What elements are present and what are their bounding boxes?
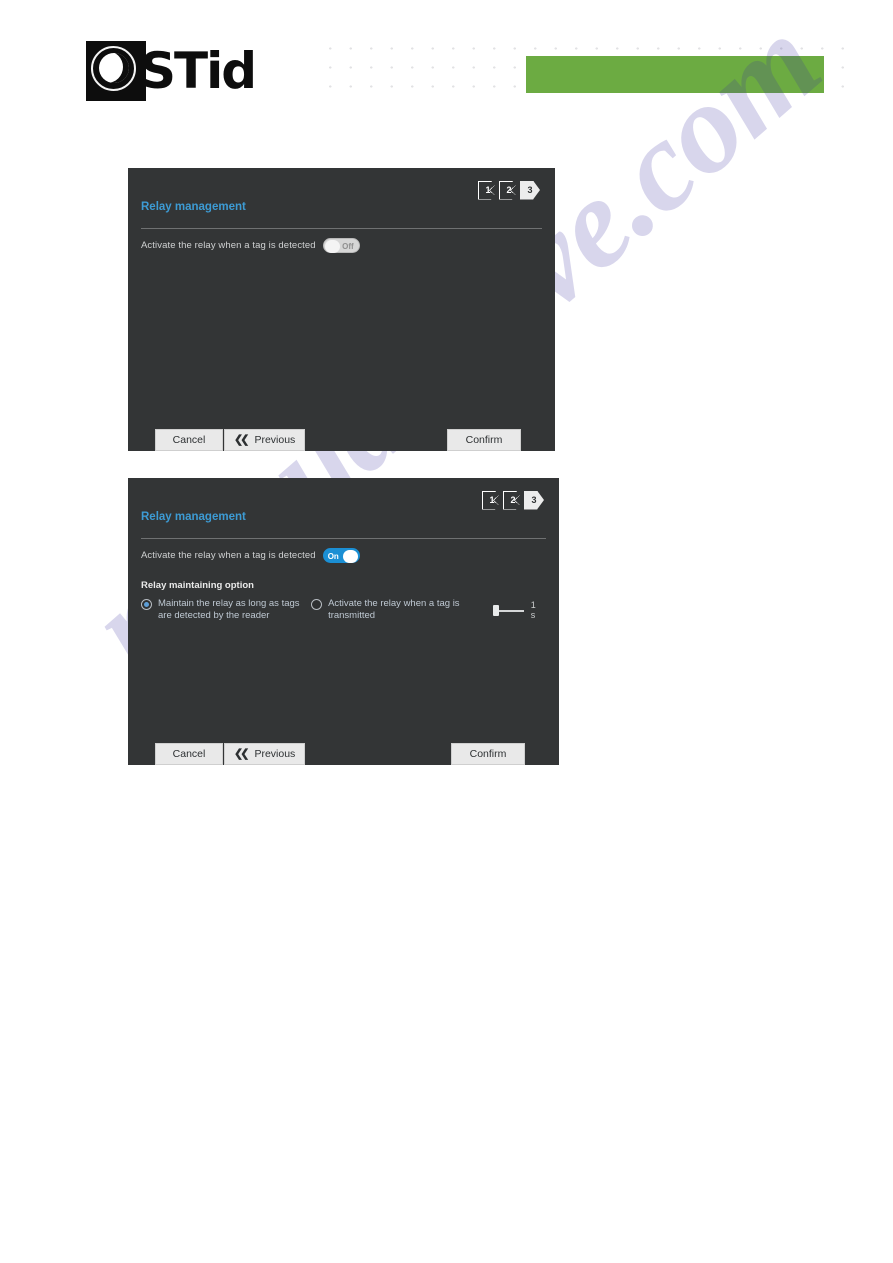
dialog-title: Relay management (141, 201, 246, 213)
toggle-knob (324, 240, 340, 253)
relay-activate-toggle[interactable]: Off (322, 238, 360, 253)
page-header: STid (0, 0, 893, 130)
stid-circle-logo-icon (86, 41, 146, 101)
step-indicator: 1 2 3 (482, 490, 545, 510)
relay-activate-row: Activate the relay when a tag is detecte… (141, 238, 360, 253)
step-3-label: 3 (531, 495, 537, 505)
step-3-label: 3 (527, 185, 533, 195)
green-banner (526, 56, 824, 93)
radio-option-label: Maintain the relay as long as tags are d… (158, 598, 300, 621)
cancel-button[interactable]: Cancel (155, 429, 223, 451)
stid-logo: STid (86, 40, 268, 102)
toggle-knob (342, 550, 358, 563)
step-1-label: 1 (489, 495, 495, 505)
double-chevron-left-icon: ❮❮ (234, 747, 250, 760)
previous-button-label: Previous (254, 434, 296, 446)
radio-button-icon[interactable] (141, 599, 152, 610)
relay-activate-toggle[interactable]: On (322, 548, 360, 563)
relay-maintaining-option-group: Relay maintaining option Maintain the re… (141, 580, 541, 621)
radio-option-activate-on-transmit[interactable]: Activate the relay when a tag is transmi… (311, 598, 483, 621)
step-indicator: 1 2 3 (478, 180, 541, 200)
title-divider (141, 538, 546, 539)
footer-right-buttons: Confirm (451, 743, 525, 765)
step-2[interactable]: 2 (499, 181, 519, 200)
step-3[interactable]: 3 (520, 181, 540, 200)
radio-option-maintain-while-detected[interactable]: Maintain the relay as long as tags are d… (141, 598, 311, 621)
relay-duration-slider-wrap: 1 s (492, 600, 541, 620)
logo-wordmark: STid (140, 42, 257, 100)
step-2-label: 2 (510, 495, 516, 505)
previous-button[interactable]: ❮❮ Previous (224, 743, 306, 765)
relay-activate-row: Activate the relay when a tag is detecte… (141, 548, 360, 563)
step-1[interactable]: 1 (478, 181, 498, 200)
relay-duration-slider[interactable] (492, 604, 524, 616)
relay-management-dialog-off: 1 2 3 Relay management Activate the rela… (128, 168, 555, 451)
relay-management-dialog-on: 1 2 3 Relay management Activate the rela… (128, 478, 559, 765)
radio-option-label: Activate the relay when a tag is transmi… (328, 598, 460, 621)
footer-right-buttons: Confirm (447, 429, 521, 451)
confirm-button[interactable]: Confirm (451, 743, 525, 765)
radio-button-icon[interactable] (311, 599, 323, 610)
title-divider (141, 228, 542, 229)
relay-activate-label: Activate the relay when a tag is detecte… (141, 240, 316, 251)
step-3[interactable]: 3 (524, 491, 544, 510)
cancel-button[interactable]: Cancel (155, 743, 223, 765)
relay-activate-toggle-state: Off (342, 242, 354, 251)
footer-left-buttons: Cancel ❮❮ Previous (155, 429, 306, 451)
confirm-button[interactable]: Confirm (447, 429, 521, 451)
step-1-label: 1 (485, 185, 491, 195)
relay-activate-label: Activate the relay when a tag is detecte… (141, 550, 316, 561)
footer-left-buttons: Cancel ❮❮ Previous (155, 743, 306, 765)
relay-maintaining-options-row: Maintain the relay as long as tags are d… (141, 598, 541, 621)
slider-handle[interactable] (492, 604, 499, 616)
step-1[interactable]: 1 (482, 491, 502, 510)
dialog-title: Relay management (141, 511, 246, 523)
step-2-label: 2 (506, 185, 512, 195)
relay-duration-value: 1 s (530, 600, 536, 620)
double-chevron-left-icon: ❮❮ (234, 433, 250, 446)
step-2[interactable]: 2 (503, 491, 523, 510)
previous-button[interactable]: ❮❮ Previous (224, 429, 306, 451)
relay-maintaining-option-title: Relay maintaining option (141, 580, 254, 591)
previous-button-label: Previous (254, 748, 296, 760)
relay-activate-toggle-state: On (327, 552, 339, 561)
